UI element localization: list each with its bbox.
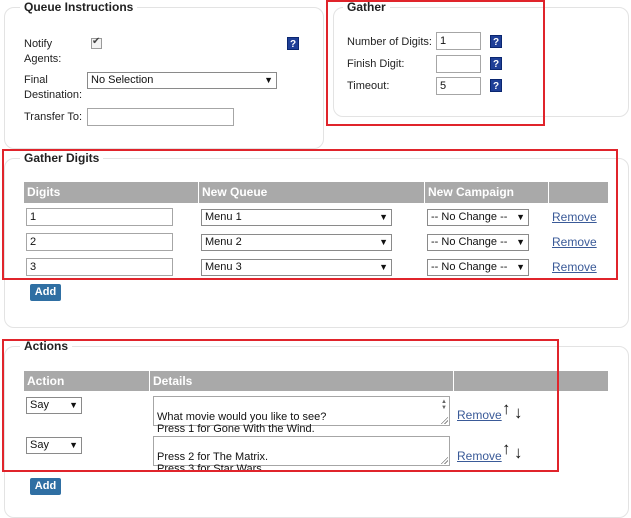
move-up-icon[interactable]: ↑ <box>502 440 511 457</box>
details-textarea[interactable]: What movie would you like to see? Press … <box>153 396 450 435</box>
final-destination-select[interactable]: No Selection ▼ <box>87 72 277 89</box>
transfer-to-input[interactable] <box>87 108 234 126</box>
column-header-details: Details <box>153 374 193 388</box>
new-campaign-value: -- No Change -- <box>431 261 508 273</box>
spinner-icon: ▲ ▼ <box>441 399 447 411</box>
new-queue-value: Menu 2 <box>205 236 242 248</box>
help-icon[interactable]: ? <box>287 37 299 50</box>
digit-input[interactable]: 3 <box>26 258 173 276</box>
resize-grip-icon[interactable] <box>440 456 448 464</box>
move-down-icon[interactable]: ↓ <box>514 444 523 461</box>
resize-grip-icon[interactable] <box>440 416 448 424</box>
chevron-down-icon: ▼ <box>516 262 525 272</box>
chevron-down-icon: ▼ <box>516 237 525 247</box>
new-queue-select[interactable]: Menu 2 ▼ <box>201 234 392 251</box>
help-icon[interactable]: ? <box>490 57 502 70</box>
column-header-action: Action <box>27 374 65 388</box>
help-icon[interactable]: ? <box>490 35 502 48</box>
remove-link[interactable]: Remove <box>457 408 502 422</box>
notify-agents-checkbox[interactable] <box>91 36 102 49</box>
remove-link[interactable]: Remove <box>457 449 502 463</box>
chevron-down-icon: ▼ <box>69 400 78 410</box>
column-header-digits: Digits <box>27 185 61 199</box>
new-queue-select[interactable]: Menu 3 ▼ <box>201 259 392 276</box>
action-value: Say <box>30 399 49 411</box>
details-text: What movie would you like to see? Press … <box>157 411 327 435</box>
actions-title: Actions <box>20 339 73 353</box>
queue-instructions-title: Queue Instructions <box>20 0 138 14</box>
remove-link[interactable]: Remove <box>552 260 597 274</box>
new-campaign-select[interactable]: -- No Change -- ▼ <box>427 209 529 226</box>
number-of-digits-input[interactable]: 1 <box>436 32 481 50</box>
final-destination-label: Final Destination: <box>24 74 83 101</box>
timeout-input[interactable]: 5 <box>436 77 481 95</box>
chevron-down-icon: ▼ <box>69 440 78 450</box>
digit-input[interactable]: 1 <box>26 208 173 226</box>
transfer-to-label: Transfer To: <box>24 111 83 123</box>
action-select[interactable]: Say ▼ <box>26 397 82 414</box>
digit-input[interactable]: 2 <box>26 233 173 251</box>
notify-agents-label: Notify Agents: <box>24 38 62 65</box>
details-textarea[interactable]: Press 2 for The Matrix. Press 3 for Star… <box>153 436 450 475</box>
details-text: Press 2 for The Matrix. Press 3 for Star… <box>157 451 269 475</box>
gather-digits-title: Gather Digits <box>20 151 104 165</box>
chevron-down-icon: ▼ <box>379 212 388 222</box>
new-campaign-value: -- No Change -- <box>431 236 508 248</box>
action-value: Say <box>30 439 49 451</box>
help-icon[interactable]: ? <box>490 79 502 92</box>
new-queue-value: Menu 1 <box>205 211 242 223</box>
finish-digit-input[interactable] <box>436 55 481 73</box>
column-header-new-queue: New Queue <box>202 185 268 199</box>
new-campaign-value: -- No Change -- <box>431 211 508 223</box>
add-digit-button[interactable]: Add <box>30 284 61 301</box>
new-campaign-select[interactable]: -- No Change -- ▼ <box>427 234 529 251</box>
new-campaign-select[interactable]: -- No Change -- ▼ <box>427 259 529 276</box>
new-queue-select[interactable]: Menu 1 ▼ <box>201 209 392 226</box>
column-header-new-campaign: New Campaign <box>428 185 515 199</box>
new-queue-value: Menu 3 <box>205 261 242 273</box>
timeout-label: Timeout: <box>347 80 390 92</box>
chevron-down-icon: ▼ <box>379 262 388 272</box>
add-action-button[interactable]: Add <box>30 478 61 495</box>
move-down-icon[interactable]: ↓ <box>514 404 523 421</box>
remove-link[interactable]: Remove <box>552 210 597 224</box>
action-select[interactable]: Say ▼ <box>26 437 82 454</box>
chevron-down-icon: ▼ <box>379 237 388 247</box>
gather-digits-header: Digits New Queue New Campaign <box>24 182 608 203</box>
chevron-down-icon: ▼ <box>516 212 525 222</box>
move-up-icon[interactable]: ↑ <box>502 400 511 417</box>
finish-digit-label: Finish Digit: <box>347 58 405 70</box>
remove-link[interactable]: Remove <box>552 235 597 249</box>
number-of-digits-label: Number of Digits: <box>347 36 432 48</box>
final-destination-value: No Selection <box>91 74 154 86</box>
chevron-down-icon: ▼ <box>264 75 273 85</box>
actions-header: Action Details <box>24 371 608 391</box>
gather-title: Gather <box>343 0 390 14</box>
